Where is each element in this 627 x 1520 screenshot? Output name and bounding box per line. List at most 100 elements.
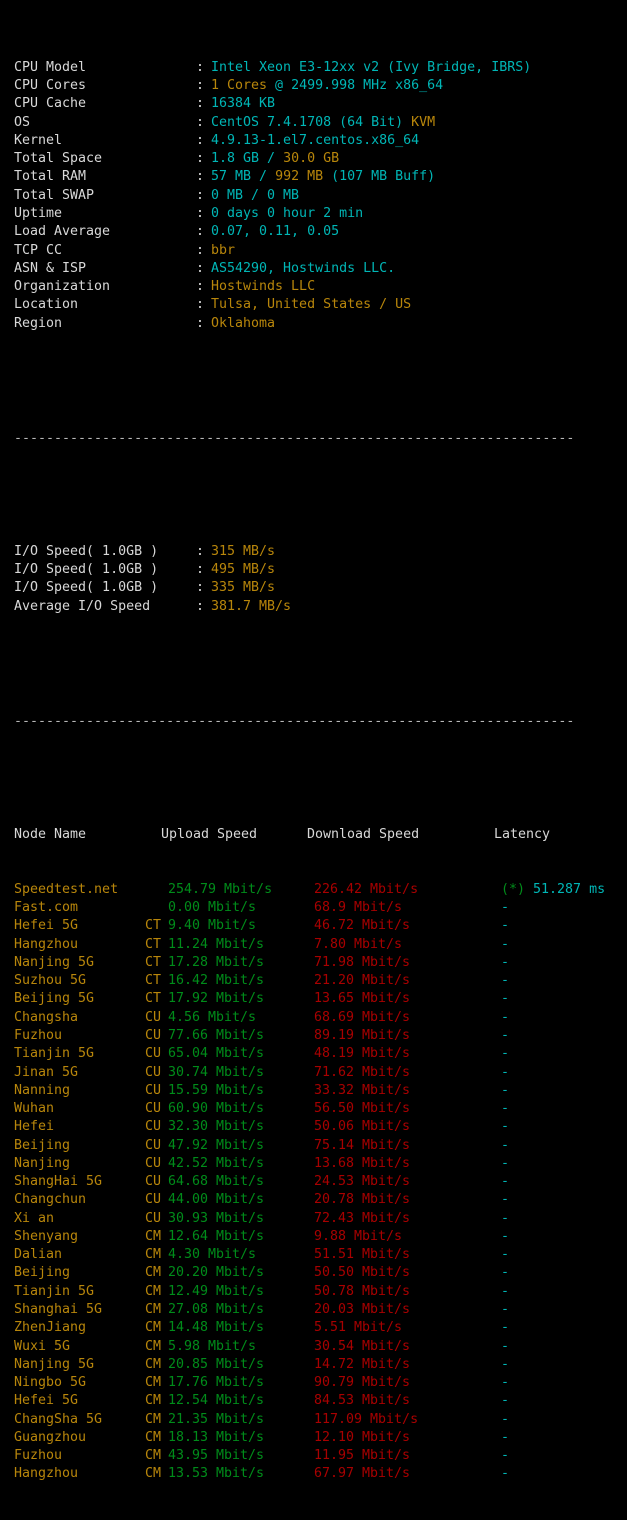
colon-separator: : (196, 114, 205, 130)
colon-separator: : (196, 151, 205, 167)
node-table-row: Dalian CM 4.30 Mbit/s 51.51 Mbit/s - (14, 1246, 627, 1264)
download-speed-value: 68.69 Mbit/s (314, 1009, 411, 1025)
node-table-body: Speedtest.net 254.79 Mbit/s 226.42 Mbit/s… (14, 881, 627, 1484)
download-speed-value: 71.62 Mbit/s (314, 1064, 411, 1080)
upload-speed-value: 27.08 Mbit/s (168, 1301, 265, 1317)
system-info-label: Region (14, 315, 63, 331)
node-name: Wuhan (14, 1101, 55, 1117)
node-name: Nanjing 5G (14, 954, 95, 970)
column-gap (161, 1027, 168, 1045)
latency-value: - (501, 936, 509, 954)
colon-separator: : (196, 279, 205, 295)
upload-speed-value: 11.24 Mbit/s (168, 936, 265, 952)
upload-speed-value: 60.90 Mbit/s (168, 1101, 265, 1117)
latency-placeholder: - (501, 973, 510, 989)
latency-placeholder: - (501, 1411, 510, 1427)
node-table-header-row: Node Name Upload Speed Download Speed Laten… (14, 826, 627, 844)
carrier-tag: CM (144, 1448, 161, 1464)
node-table-row: Tianjin 5G CM 12.49 Mbit/s 50.78 Mbit/s - (14, 1283, 627, 1301)
latency-placeholder: - (501, 1064, 510, 1080)
latency-value: - (501, 1064, 509, 1082)
system-info-row: ASN & ISP: AS54290, Hostwinds LLC. (14, 260, 627, 278)
system-info-label: CPU Cache (14, 96, 87, 112)
latency-placeholder: - (501, 1210, 510, 1226)
io-speed-value: 335 MB/s (211, 580, 276, 596)
latency-value: - (501, 1301, 509, 1319)
column-gap (161, 1319, 168, 1337)
upload-speed-value: 4.30 Mbit/s (168, 1247, 257, 1263)
node-table-row: Beijing CU 47.92 Mbit/s 75.14 Mbit/s - (14, 1137, 627, 1155)
download-speed-value: 30.54 Mbit/s (314, 1338, 411, 1354)
column-gap (161, 1246, 168, 1264)
column-gap (161, 1082, 168, 1100)
column-gap (161, 1173, 168, 1191)
system-info-label: Location (14, 297, 79, 313)
colon-separator: : (196, 96, 205, 112)
node-name: Nanjing (14, 1155, 71, 1171)
system-info-value-part: 1.8 GB (211, 151, 268, 167)
upload-speed-value: 14.48 Mbit/s (168, 1320, 265, 1336)
node-name: Fast.com (14, 900, 79, 916)
node-name: Guangzhou (14, 1429, 87, 1445)
upload-speed-value: 77.66 Mbit/s (168, 1028, 265, 1043)
download-speed-value: 7.80 Mbit/s (314, 936, 403, 952)
latency-placeholder: - (501, 1046, 510, 1062)
download-speed-value: 56.50 Mbit/s (314, 1101, 411, 1117)
latency-placeholder: - (501, 1265, 510, 1281)
column-gap (161, 990, 168, 1008)
system-info-label: Kernel (14, 132, 63, 148)
latency-value: - (501, 1283, 509, 1301)
system-info-value: 0 days 0 hour 2 min (211, 205, 364, 221)
node-table-row: Beijing 5G CT 17.92 Mbit/s 13.65 Mbit/s - (14, 990, 627, 1008)
column-gap (161, 1283, 168, 1301)
node-name: ChangSha 5G (14, 1411, 103, 1427)
download-speed-value: 89.19 Mbit/s (314, 1028, 411, 1043)
column-gap (161, 1374, 168, 1392)
latency-value: - (501, 1411, 509, 1429)
colon-separator: : (196, 224, 205, 240)
download-speed-value: 84.53 Mbit/s (314, 1393, 411, 1409)
node-table-row: Beijing CM 20.20 Mbit/s 50.50 Mbit/s - (14, 1264, 627, 1282)
node-name: Hangzhou (14, 1466, 79, 1482)
column-gap (161, 917, 168, 935)
terminal-output: CPU Model: Intel Xeon E3-12xx v2 (Ivy Bri… (0, 0, 627, 1520)
system-info-value: AS54290, Hostwinds LLC. (211, 260, 396, 276)
upload-speed-value: 30.93 Mbit/s (168, 1210, 265, 1226)
system-info-label: OS (14, 114, 31, 130)
system-info-block: CPU Model: Intel Xeon E3-12xx v2 (Ivy Bri… (14, 59, 627, 333)
node-table-row: Hangzhou CM 13.53 Mbit/s 67.97 Mbit/s - (14, 1465, 627, 1483)
node-table-row: Fuzhou CU 77.66 Mbit/s 89.19 Mbit/s - (14, 1027, 627, 1045)
column-gap (161, 954, 168, 972)
node-name: Beijing 5G (14, 991, 95, 1007)
latency-placeholder: - (501, 1192, 510, 1208)
node-name: Fuzhou (14, 1448, 63, 1464)
node-table-row: Hefei 5G CT 9.40 Mbit/s 46.72 Mbit/s - (14, 917, 627, 935)
download-speed-value: 5.51 Mbit/s (314, 1320, 403, 1336)
latency-value: - (501, 1027, 509, 1045)
latency-value: - (501, 990, 509, 1008)
node-name: Ningbo 5G (14, 1375, 87, 1391)
latency-placeholder: - (501, 1119, 510, 1135)
latency-value: - (501, 1264, 509, 1282)
system-info-value-part: 1 Cores (211, 78, 268, 94)
latency-placeholder: - (501, 1009, 510, 1025)
latency-value: - (501, 1465, 509, 1483)
carrier-tag: CU (144, 1192, 161, 1208)
node-table-row: Tianjin 5G CU 65.04 Mbit/s 48.19 Mbit/s - (14, 1045, 627, 1063)
column-gap (161, 1301, 168, 1319)
system-info-value-part: (107 MB Buff) (323, 169, 436, 185)
latency-placeholder: - (501, 1393, 510, 1409)
latency-placeholder: - (501, 1466, 510, 1482)
system-info-value-part: @ 2499.998 MHz x86_64 (267, 78, 444, 94)
system-info-row: CPU Cores:1 Cores @ 2499.998 MHz x86_64 (14, 77, 627, 95)
latency-value: - (501, 917, 509, 935)
column-gap (161, 899, 168, 917)
node-table-row: Jinan 5G CU 30.74 Mbit/s 71.62 Mbit/s - (14, 1064, 627, 1082)
node-name: Beijing (14, 1137, 71, 1153)
upload-speed-value: 64.68 Mbit/s (168, 1174, 265, 1190)
upload-speed-value: 12.54 Mbit/s (168, 1393, 265, 1409)
download-speed-value: 50.78 Mbit/s (314, 1283, 411, 1299)
carrier-tag: CT (144, 936, 161, 952)
carrier-tag: CM (144, 1228, 161, 1244)
